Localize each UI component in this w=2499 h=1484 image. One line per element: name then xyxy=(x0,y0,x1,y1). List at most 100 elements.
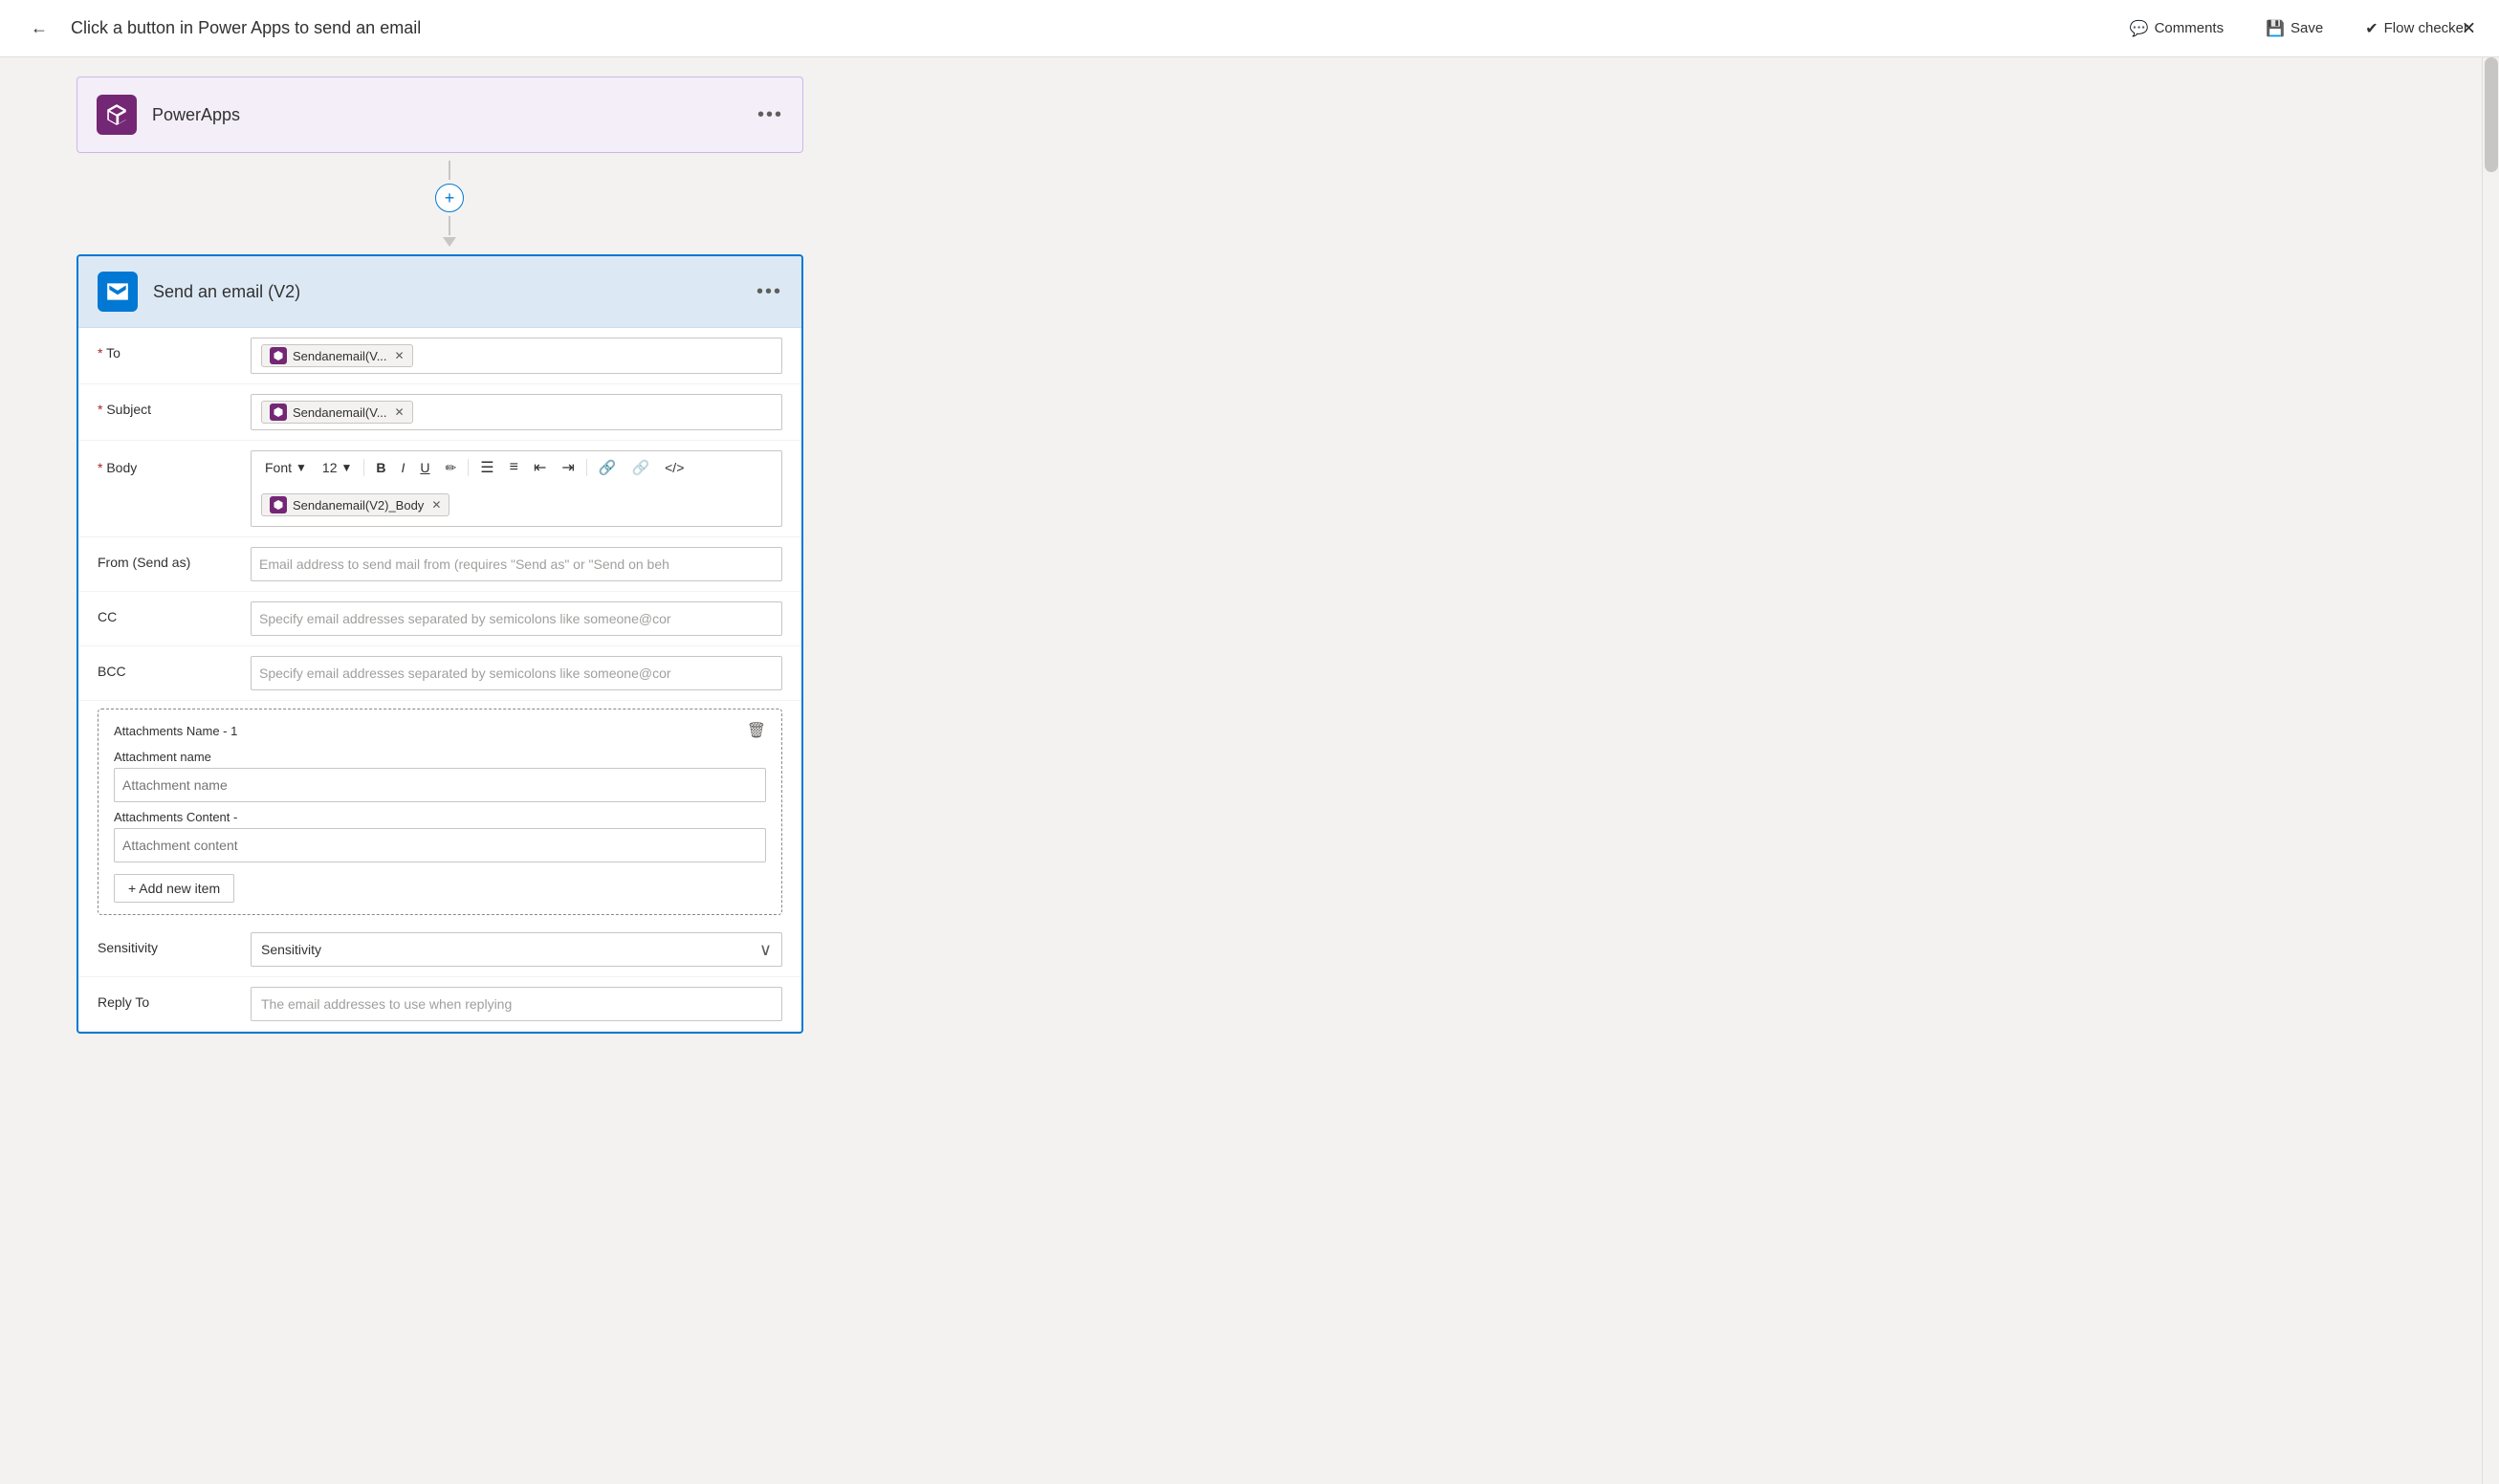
reply-to-field[interactable]: The email addresses to use when replying xyxy=(251,987,782,1021)
attachments-delete-button[interactable]: 🗑 xyxy=(747,721,766,740)
add-new-item-label: + Add new item xyxy=(128,881,220,896)
cc-row: CC Specify email addresses separated by … xyxy=(78,592,801,646)
page-title: Click a button in Power Apps to send an … xyxy=(71,18,421,38)
sensitivity-chevron-icon: ∨ xyxy=(759,940,772,960)
close-button[interactable]: ✕ xyxy=(2462,18,2476,38)
powerapps-card: PowerApps ••• xyxy=(77,76,803,153)
body-label: * Body xyxy=(98,450,251,475)
back-button[interactable]: ← xyxy=(23,14,55,42)
top-bar-left: ← Click a button in Power Apps to send a… xyxy=(23,14,2122,42)
attachments-section: Attachments Name - 1 🗑 Attachment name A… xyxy=(98,709,782,915)
cc-field[interactable]: Specify email addresses separated by sem… xyxy=(251,601,782,636)
font-size-dropdown[interactable]: 12 ▼ xyxy=(317,457,358,478)
scrollbar-track[interactable] xyxy=(2482,57,2499,1484)
body-content-area[interactable]: Sendanemail(V2)_Body ✕ xyxy=(251,484,782,527)
font-dropdown[interactable]: Font ▼ xyxy=(259,457,313,478)
sensitivity-row: Sensitivity Sensitivity ∨ xyxy=(78,923,801,977)
email-card-header: Send an email (V2) ••• xyxy=(78,256,801,328)
add-step-button[interactable]: + xyxy=(435,184,464,212)
italic-button[interactable]: I xyxy=(396,457,411,478)
body-token-label: Sendanemail(V2)_Body xyxy=(293,498,424,513)
body-token-icon xyxy=(270,496,287,513)
attachment-content-row: Attachments Content - xyxy=(114,810,766,862)
from-row: From (Send as) Email address to send mai… xyxy=(78,537,801,592)
reply-to-row: Reply To The email addresses to use when… xyxy=(78,977,801,1032)
email-card: Send an email (V2) ••• * To Send xyxy=(77,254,803,1034)
sensitivity-dropdown[interactable]: Sensitivity ∨ xyxy=(251,932,782,967)
connector-line-bottom xyxy=(449,216,450,235)
from-label: From (Send as) xyxy=(98,547,251,570)
body-row: * Body Font ▼ 12 ▼ xyxy=(78,441,801,537)
attachment-content-label: Attachments Content - xyxy=(114,810,766,824)
body-token-close[interactable]: ✕ xyxy=(431,498,441,512)
outlook-icon xyxy=(98,272,138,312)
email-form: * To Sendanemail(V... ✕ xyxy=(78,328,801,1032)
link-button[interactable]: 🔗 xyxy=(593,456,623,479)
subject-row: * Subject Sendanemail(V... ✕ xyxy=(78,384,801,441)
comments-label: Comments xyxy=(2155,20,2225,36)
powerapps-menu-button[interactable]: ••• xyxy=(757,104,783,126)
code-button[interactable]: </> xyxy=(659,457,690,478)
from-field[interactable]: Email address to send mail from (require… xyxy=(251,547,782,581)
bcc-field[interactable]: Specify email addresses separated by sem… xyxy=(251,656,782,690)
attachment-content-input[interactable] xyxy=(114,828,766,862)
attachments-title: Attachments Name - 1 xyxy=(114,724,237,738)
bcc-row: BCC Specify email addresses separated by… xyxy=(78,646,801,701)
flow-checker-button[interactable]: ✔ Flow checker xyxy=(2357,15,2476,42)
canvas: PowerApps ••• + Send an email (V xyxy=(0,57,2499,1484)
font-chevron-icon: ▼ xyxy=(296,461,307,474)
bullet-unordered-button[interactable]: ☰ xyxy=(474,455,499,480)
toolbar-sep-3 xyxy=(586,459,587,476)
font-size-chevron-icon: ▼ xyxy=(340,461,352,474)
body-toolbar: Font ▼ 12 ▼ B I U ✏ xyxy=(251,450,782,484)
add-new-item-button[interactable]: + Add new item xyxy=(114,874,234,903)
indent-decrease-button[interactable]: ⇤ xyxy=(528,455,552,480)
body-field-container: Font ▼ 12 ▼ B I U ✏ xyxy=(251,450,782,527)
toolbar-sep-1 xyxy=(363,459,364,476)
bold-button[interactable]: B xyxy=(370,457,391,478)
connector-line-top xyxy=(449,161,450,180)
subject-token-label: Sendanemail(V... xyxy=(293,405,387,420)
connector-arrow xyxy=(443,237,456,247)
to-row: * To Sendanemail(V... ✕ xyxy=(78,328,801,384)
email-card-title: Send an email (V2) xyxy=(153,282,756,302)
save-button[interactable]: 💾 Save xyxy=(2258,15,2331,42)
body-token: Sendanemail(V2)_Body ✕ xyxy=(261,493,449,516)
to-label: * To xyxy=(98,338,251,360)
powerapps-title: PowerApps xyxy=(152,105,757,125)
scrollbar-thumb[interactable] xyxy=(2485,57,2498,172)
flow-checker-icon: ✔ xyxy=(2365,19,2378,38)
unlink-button[interactable]: 🔗 xyxy=(625,456,655,479)
bullet-ordered-button[interactable]: ≡ xyxy=(504,456,524,479)
pen-button[interactable]: ✏ xyxy=(440,457,463,479)
attachment-name-input[interactable] xyxy=(114,768,766,802)
email-card-menu-button[interactable]: ••• xyxy=(756,281,782,303)
flow-connector: + xyxy=(86,153,813,254)
top-bar-right: 💬 Comments 💾 Save ✔ Flow checker xyxy=(2122,15,2476,42)
to-token: Sendanemail(V... ✕ xyxy=(261,344,413,367)
comments-icon: 💬 xyxy=(2130,19,2149,38)
sensitivity-label: Sensitivity xyxy=(98,932,251,955)
subject-token-close[interactable]: ✕ xyxy=(395,405,405,419)
bcc-placeholder: Specify email addresses separated by sem… xyxy=(259,666,671,681)
underline-button[interactable]: U xyxy=(414,457,435,478)
to-token-label: Sendanemail(V... xyxy=(293,349,387,363)
to-token-close[interactable]: ✕ xyxy=(395,349,405,362)
reply-to-label: Reply To xyxy=(98,987,251,1010)
subject-field[interactable]: Sendanemail(V... ✕ xyxy=(251,394,782,430)
cc-placeholder: Specify email addresses separated by sem… xyxy=(259,611,671,626)
subject-token: Sendanemail(V... ✕ xyxy=(261,401,413,424)
top-bar: ← Click a button in Power Apps to send a… xyxy=(0,0,2499,57)
sensitivity-value: Sensitivity xyxy=(261,942,321,957)
attachments-header: Attachments Name - 1 🗑 xyxy=(114,721,766,740)
indent-increase-button[interactable]: ⇥ xyxy=(556,455,580,480)
comments-button[interactable]: 💬 Comments xyxy=(2122,15,2231,42)
save-icon: 💾 xyxy=(2266,19,2285,38)
font-size-label: 12 xyxy=(322,460,338,475)
font-label: Font xyxy=(265,460,292,475)
bcc-label: BCC xyxy=(98,656,251,679)
to-field[interactable]: Sendanemail(V... ✕ xyxy=(251,338,782,374)
flow-container: PowerApps ••• + Send an email (V xyxy=(77,76,822,1034)
powerapps-logo-icon xyxy=(104,102,129,127)
cc-label: CC xyxy=(98,601,251,624)
